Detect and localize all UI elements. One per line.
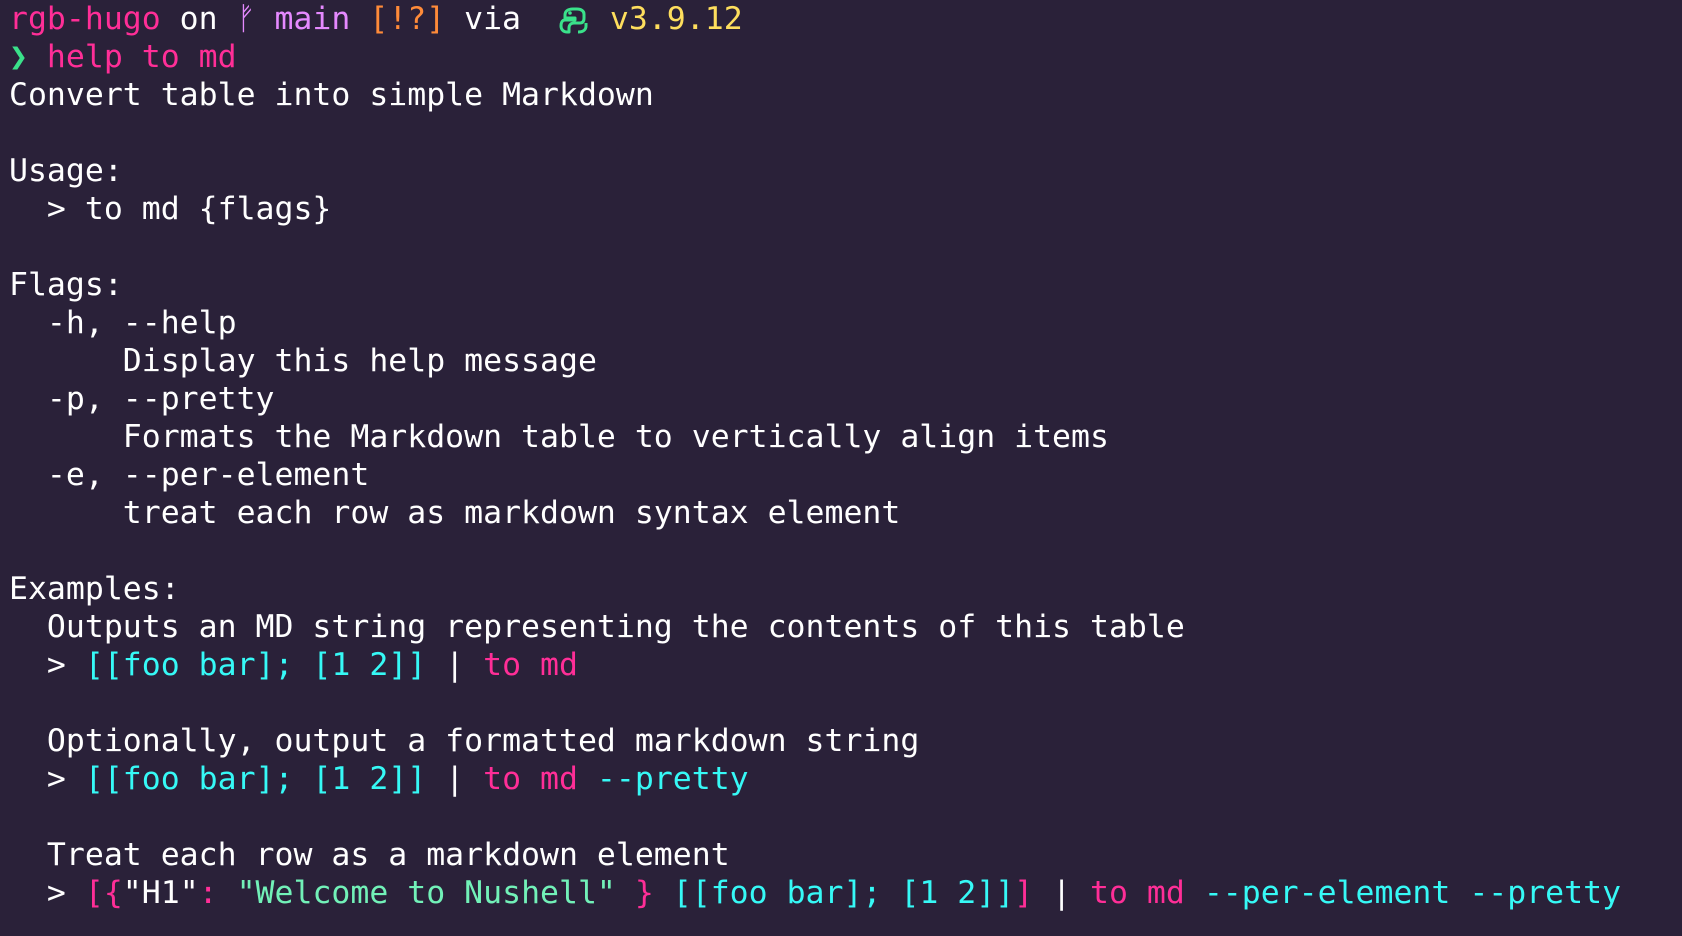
example-3-command: > [{"H1": "Welcome to Nushell" } [[foo b… (9, 874, 1669, 912)
flag-pretty-description: Formats the Markdown table to vertically… (9, 419, 1109, 455)
prompt-on-text: on (160, 1, 237, 37)
flag-per-element-description: treat each row as markdown syntax elemen… (9, 495, 901, 531)
flag-per-element: -e, --per-element (9, 457, 370, 493)
example-cmd: to md (483, 761, 578, 797)
example-pipe: | (426, 761, 484, 797)
prompt-python-version: v3.9.12 (590, 1, 743, 37)
example-data: [[foo bar]; [1 2]] (653, 875, 1015, 911)
git-branch-icon: ᚠ (236, 1, 256, 37)
example-prompt: > (9, 647, 85, 683)
record-colon: : (198, 875, 237, 911)
record-open: [{ (84, 875, 123, 911)
prompt-directory: rgb-hugo (9, 1, 161, 37)
terminal-window[interactable]: rgb-hugo on ᚠ main [!?] via v3.9.12 ❯ he… (9, 0, 1669, 912)
flags-heading: Flags: (9, 267, 123, 303)
prompt-symbol: ❯ (9, 39, 28, 75)
record-value: "Welcome to Nushell" (236, 875, 616, 911)
flag-pretty: -p, --pretty (9, 381, 275, 417)
example-1-description: Outputs an MD string representing the co… (9, 609, 1185, 645)
example-2-command: > [[foo bar]; [1 2]] | to md --pretty (9, 760, 1669, 798)
example-flag: --per-element --pretty (1184, 875, 1622, 911)
example-data: [[foo bar]; [1 2]] (84, 647, 427, 683)
flag-help-description: Display this help message (9, 343, 597, 379)
prompt-git-status: [!?] (369, 1, 446, 37)
usage-line: > to md {flags} (9, 191, 332, 227)
command-subject: to md (122, 39, 237, 75)
record-key: "H1" (122, 875, 199, 911)
shell-prompt: rgb-hugo on ᚠ main [!?] via v3.9.12 (9, 0, 1669, 38)
record-close: } (615, 875, 654, 911)
example-3-description: Treat each row as a markdown element (9, 837, 730, 873)
flag-help: -h, --help (9, 305, 237, 341)
example-cmd: to md (483, 647, 578, 683)
command-line[interactable]: ❯ help to md (9, 38, 1669, 76)
example-pipe: | (1033, 875, 1091, 911)
python-icon (559, 7, 588, 34)
prompt-branch: main (255, 1, 370, 37)
example-1-command: > [[foo bar]; [1 2]] | to md (9, 646, 1669, 684)
help-description: Convert table into simple Markdown (9, 77, 654, 113)
example-pipe: | (426, 647, 484, 683)
example-data: [[foo bar]; [1 2]] (84, 761, 427, 797)
list-close: ] (1014, 875, 1034, 911)
example-prompt: > (9, 875, 85, 911)
command-help: help (27, 39, 123, 75)
examples-heading: Examples: (9, 571, 180, 607)
example-flag: --pretty (577, 761, 749, 797)
prompt-via-text: via (445, 1, 540, 37)
example-cmd: to md (1090, 875, 1185, 911)
usage-heading: Usage: (9, 153, 123, 189)
example-2-description: Optionally, output a formatted markdown … (9, 723, 920, 759)
example-prompt: > (9, 761, 85, 797)
